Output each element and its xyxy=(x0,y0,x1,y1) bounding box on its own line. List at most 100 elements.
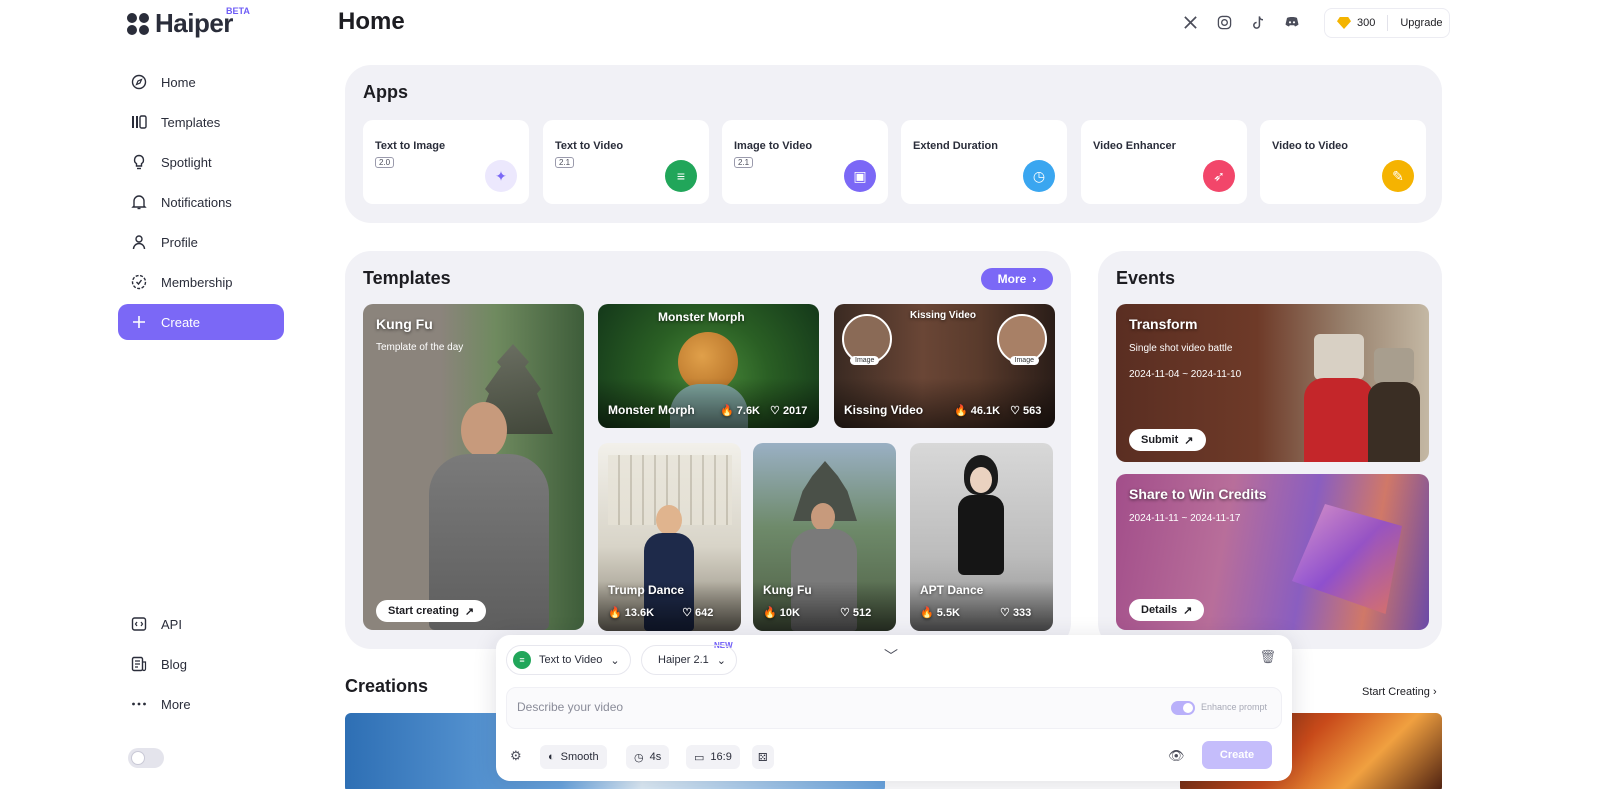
text-image-icon: ✦ xyxy=(485,160,517,192)
text-video-icon: ≡ xyxy=(513,651,531,669)
tiktok-icon[interactable] xyxy=(1248,12,1268,32)
discord-icon[interactable] xyxy=(1282,12,1302,32)
sidebar-item-home[interactable]: Home xyxy=(118,64,284,100)
start-creating-link[interactable]: Start Creating › xyxy=(1362,686,1437,698)
mode-select[interactable]: ≡ Text to Video ⌄ xyxy=(506,645,631,675)
app-name: Image to Video xyxy=(734,140,813,152)
person-head-image xyxy=(811,503,835,531)
sidebar-item-membership[interactable]: Membership xyxy=(118,264,284,300)
details-button[interactable]: Details ↗ xyxy=(1129,599,1205,621)
duration-option[interactable]: ◷ 4s xyxy=(626,745,670,769)
sidebar-item-blog[interactable]: Blog xyxy=(118,646,284,682)
sidebar-item-notifications[interactable]: Notifications xyxy=(118,184,284,220)
prompt-input[interactable] xyxy=(517,700,1037,714)
template-tile-kissing-video[interactable]: Image Image Kissing Video Kissing Video … xyxy=(834,304,1055,428)
chevron-right-icon: › xyxy=(1032,272,1037,286)
sidebar-item-create[interactable]: Create xyxy=(118,304,284,340)
person-red-coat-image xyxy=(1304,378,1374,462)
prompt-composer: ≡ Text to Video ⌄ NEW Haiper 2.1 ⌄ ﹀ 🗑 E… xyxy=(496,635,1292,781)
templates-icon xyxy=(131,114,147,130)
arrow-up-right-icon: ↗ xyxy=(1183,604,1193,617)
camera-head-image-2 xyxy=(1374,348,1414,384)
seed-option[interactable]: ⚄ xyxy=(752,745,774,769)
app-name: Extend Duration xyxy=(913,140,998,152)
aspect-label: 16:9 xyxy=(710,751,732,763)
eye-icon[interactable]: 👁 xyxy=(1168,748,1185,764)
uses-stat: 🔥 7.6K xyxy=(720,405,761,417)
arrow-up-right-icon: ↗ xyxy=(1184,434,1194,447)
motion-icon: ◐ xyxy=(548,751,555,763)
app-card-text-to-video[interactable]: Text to Video 2.1 ≡ xyxy=(543,120,709,204)
sidebar-item-profile[interactable]: Profile xyxy=(118,224,284,260)
app-version: 2.0 xyxy=(375,157,395,168)
cta-label: Details xyxy=(1141,604,1178,616)
page-title: Home xyxy=(338,8,405,35)
sidebar-item-label: API xyxy=(161,616,182,632)
app-version: 2.1 xyxy=(555,157,575,168)
beta-badge: BETA xyxy=(226,6,250,16)
event-title: Share to Win Credits xyxy=(1129,486,1267,502)
likes-stat: ♡ 563 xyxy=(1010,405,1042,417)
templates-more-button[interactable]: More › xyxy=(981,268,1053,290)
theme-toggle[interactable] xyxy=(128,748,164,768)
app-name: Video to Video xyxy=(1272,140,1348,152)
app-card-text-to-image[interactable]: Text to Image 2.0 ✦ xyxy=(363,120,529,204)
sidebar-item-label: More xyxy=(161,696,191,712)
sidebar-item-templates[interactable]: Templates xyxy=(118,104,284,140)
likes-stat: ♡ 512 xyxy=(839,607,872,619)
model-select[interactable]: Haiper 2.1 ⌄ xyxy=(641,645,737,675)
sidebar-item-label: Notifications xyxy=(161,194,232,210)
tile-stats: 🔥 10K ♡ 512 xyxy=(763,606,871,619)
template-featured-kung-fu[interactable]: Kung Fu Template of the day Start creati… xyxy=(363,304,584,630)
app-name: Text to Video xyxy=(555,140,624,152)
sidebar-item-more[interactable]: More xyxy=(118,686,284,722)
person-body-image xyxy=(958,495,1004,575)
instagram-icon[interactable] xyxy=(1214,12,1234,32)
enhance-prompt-toggle[interactable] xyxy=(1171,701,1195,715)
settings-sliders-icon[interactable]: ⚙ xyxy=(510,748,522,764)
app-card-video-to-video[interactable]: Video to Video ✎ xyxy=(1260,120,1426,204)
events-title: Events xyxy=(1116,268,1176,288)
event-card-transform[interactable]: Transform Single shot video battle 2024-… xyxy=(1116,304,1429,462)
tile-stats: 🔥 5.5K ♡ 333 xyxy=(920,606,1031,619)
logo[interactable]: Haiper BETA xyxy=(127,6,250,39)
aspect-ratio-option[interactable]: ▭ 16:9 xyxy=(686,745,740,769)
upgrade-button[interactable]: Upgrade xyxy=(1400,17,1442,29)
enhance-prompt-label: Enhance prompt xyxy=(1201,702,1268,712)
sidebar-item-label: Blog xyxy=(161,656,188,672)
tile-stats: 🔥 7.6K ♡ 2017 xyxy=(720,404,807,417)
template-tile-apt-dance[interactable]: APT Dance 🔥 5.5K ♡ 333 xyxy=(910,443,1053,631)
collapse-chevron-icon[interactable]: ﹀ xyxy=(884,646,898,666)
plus-icon xyxy=(131,314,147,330)
event-card-share-to-win[interactable]: Share to Win Credits 2024-11-11 ~ 2024-1… xyxy=(1116,474,1429,630)
app-card-video-enhancer[interactable]: Video Enhancer ➶ xyxy=(1081,120,1247,204)
x-icon[interactable] xyxy=(1180,12,1200,32)
credits-upgrade[interactable]: 300 Upgrade xyxy=(1324,8,1450,38)
event-dates: 2024-11-11 ~ 2024-11-17 xyxy=(1129,513,1241,524)
motion-option[interactable]: ◐ Smooth xyxy=(540,745,607,769)
app-card-image-to-video[interactable]: Image to Video 2.1 ▣ xyxy=(722,120,888,204)
app-name: Text to Image xyxy=(375,140,446,152)
app-card-extend-duration[interactable]: Extend Duration ◷ xyxy=(901,120,1067,204)
app-name: Video Enhancer xyxy=(1093,140,1176,152)
tile-stats: 🔥 46.1K ♡ 563 xyxy=(954,404,1041,417)
image-badge-right: Image xyxy=(1009,356,1039,365)
trash-icon[interactable]: 🗑 xyxy=(1259,649,1276,665)
likes-stat: ♡ 333 xyxy=(1000,607,1032,619)
start-creating-button[interactable]: Start creating ↗ xyxy=(376,600,487,622)
template-tile-monster-morph[interactable]: Monster Morph Monster Morph 🔥 7.6K ♡ 201… xyxy=(598,304,819,428)
template-tile-trump-dance[interactable]: Trump Dance 🔥 13.6K ♡ 642 xyxy=(598,443,741,631)
sidebar-item-spotlight[interactable]: Spotlight xyxy=(118,144,284,180)
create-button[interactable]: Create xyxy=(1202,741,1272,769)
template-tile-kung-fu[interactable]: Kung Fu 🔥 10K ♡ 512 xyxy=(753,443,896,631)
event-title: Transform xyxy=(1129,316,1198,332)
submit-button[interactable]: Submit ↗ xyxy=(1129,429,1206,451)
crystal-image xyxy=(1292,504,1402,614)
app-version: 2.1 xyxy=(734,157,754,168)
tile-overlay-title: Kissing Video xyxy=(910,310,976,321)
sidebar-item-api[interactable]: API xyxy=(118,606,284,642)
motion-label: Smooth xyxy=(560,751,599,763)
apps-title: Apps xyxy=(363,82,408,102)
event-subtitle: Single shot video battle xyxy=(1129,343,1233,354)
chevron-right-icon: › xyxy=(1432,686,1437,698)
